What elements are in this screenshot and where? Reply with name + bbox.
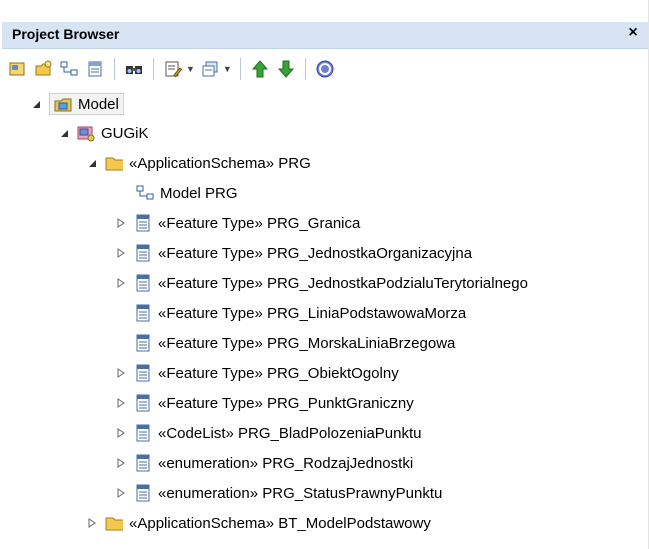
tree-item-label: «Feature Type» PRG_JednostkaOrganizacyjn… [158, 244, 473, 262]
title-bar: Project Browser × [2, 22, 648, 49]
class-icon [134, 484, 152, 502]
collapsed-triangle-icon[interactable] [115, 277, 127, 289]
chevron-down-icon[interactable]: ▼ [186, 64, 195, 74]
views-icon[interactable] [199, 58, 221, 80]
tree-item-label: «CodeList» PRG_BladPolozeniaPunktu [158, 424, 422, 442]
class-icon [134, 454, 152, 472]
class-icon [134, 394, 152, 412]
tree-item-label: «Feature Type» PRG_MorskaLiniaBrzegowa [158, 334, 456, 352]
root-package-icon [77, 124, 95, 142]
toolbar-separator [304, 58, 306, 80]
tree-item-model[interactable]: Model [30, 90, 124, 118]
tree-item-label: «ApplicationSchema» BT_ModelPodstawowy [129, 514, 431, 532]
tree-item-schema-prg[interactable]: «ApplicationSchema» PRG [86, 149, 311, 177]
class-icon [134, 334, 152, 352]
tree-item-gugik[interactable]: GUGiK [58, 119, 149, 147]
toolbar-separator [153, 58, 154, 80]
tree-item-class[interactable]: «Feature Type» PRG_LiniaPodstawowaMorza [134, 299, 466, 327]
collapsed-triangle-icon[interactable] [115, 217, 127, 229]
class-icon [134, 214, 152, 232]
class-icon [134, 424, 152, 442]
expanded-triangle-icon[interactable] [86, 157, 98, 169]
tree-item-label: «enumeration» PRG_RodzajJednostki [158, 454, 414, 472]
diagram-icon [136, 184, 154, 202]
class-icon [134, 304, 152, 322]
collapsed-triangle-icon[interactable] [115, 487, 127, 499]
collapsed-triangle-icon[interactable] [115, 397, 127, 409]
expanded-triangle-icon[interactable] [58, 127, 70, 139]
tree-item-class[interactable]: «enumeration» PRG_StatusPrawnyPunktu [115, 479, 442, 507]
tree-item-class[interactable]: «Feature Type» PRG_MorskaLiniaBrzegowa [134, 329, 455, 357]
tree-item-label: «enumeration» PRG_StatusPrawnyPunktu [158, 484, 443, 502]
panel-title: Project Browser [12, 26, 120, 42]
project-browser-panel: Project Browser × ▼ ▼ Model GUGiK «Appli… [0, 0, 649, 549]
tree-item-label: GUGiK [101, 124, 149, 142]
toolbar-separator [239, 58, 241, 80]
folder-icon [105, 514, 123, 532]
find-icon[interactable] [123, 58, 145, 80]
toolbar-separator [114, 58, 115, 80]
tree-item-label: «Feature Type» PRG_PunktGraniczny [158, 394, 414, 412]
help-icon[interactable] [314, 58, 336, 80]
class-icon [134, 274, 152, 292]
collapsed-triangle-icon[interactable] [115, 367, 127, 379]
collapsed-triangle-icon[interactable] [115, 247, 127, 259]
tree-item-class[interactable]: «Feature Type» PRG_PunktGraniczny [115, 389, 414, 417]
model-icon [54, 95, 72, 113]
tree-item-label: «Feature Type» PRG_JednostkaPodzialuTery… [158, 274, 528, 292]
properties-icon[interactable] [162, 58, 184, 80]
tree-item-class[interactable]: «Feature Type» PRG_ObiektOgolny [115, 359, 399, 387]
new-model-icon[interactable] [6, 58, 28, 80]
tree-item-class[interactable]: «Feature Type» PRG_JednostkaOrganizacyjn… [115, 239, 472, 267]
tree-item-label: «Feature Type» PRG_ObiektOgolny [158, 364, 399, 382]
collapsed-triangle-icon[interactable] [115, 427, 127, 439]
tree-item-class[interactable]: «Feature Type» PRG_Granica [115, 209, 360, 237]
tree-item-label: «Feature Type» PRG_LiniaPodstawowaMorza [158, 304, 467, 322]
collapsed-triangle-icon[interactable] [115, 457, 127, 469]
new-diagram-icon[interactable] [58, 58, 80, 80]
new-element-icon[interactable] [84, 58, 106, 80]
close-icon[interactable]: × [624, 24, 642, 42]
chevron-down-icon[interactable]: ▼ [223, 64, 232, 74]
tree-item-label: Model [78, 95, 119, 113]
collapsed-triangle-icon[interactable] [86, 517, 98, 529]
tree-item-model-prg[interactable]: Model PRG [136, 179, 238, 207]
selected-item[interactable]: Model [49, 93, 124, 115]
tree-item-class[interactable]: «Feature Type» PRG_JednostkaPodzialuTery… [115, 269, 528, 297]
folder-icon [105, 154, 123, 172]
tree-item-class[interactable]: «enumeration» PRG_RodzajJednostki [115, 449, 413, 477]
move-up-icon[interactable] [249, 58, 271, 80]
tree-item-schema-bt[interactable]: «ApplicationSchema» BT_ModelPodstawowy [86, 509, 431, 537]
class-icon [134, 364, 152, 382]
tree-item-class[interactable]: «CodeList» PRG_BladPolozeniaPunktu [115, 419, 422, 447]
tree-item-label: «Feature Type» PRG_Granica [158, 214, 361, 232]
class-icon [134, 244, 152, 262]
move-down-icon[interactable] [275, 58, 297, 80]
tree-item-label: «ApplicationSchema» PRG [129, 154, 311, 172]
tree-item-label: Model PRG [160, 184, 238, 202]
toolbar: ▼ ▼ [6, 52, 340, 86]
new-package-icon[interactable] [32, 58, 54, 80]
expanded-triangle-icon[interactable] [30, 98, 42, 110]
